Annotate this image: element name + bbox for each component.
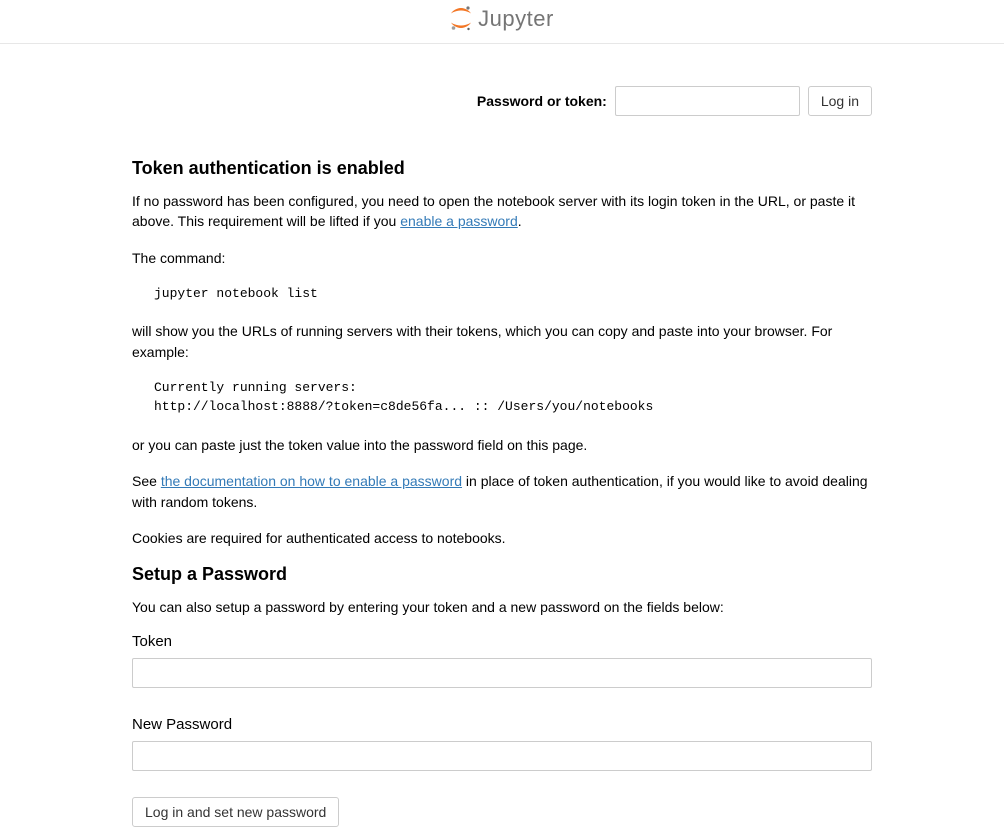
page-header: Jupyter	[0, 0, 1004, 44]
password-input[interactable]	[615, 86, 800, 116]
jupyter-logo: Jupyter	[450, 6, 554, 32]
password-label: Password or token:	[477, 93, 607, 109]
docs-link[interactable]: the documentation on how to enable a pas…	[161, 473, 462, 489]
see-text-pre: See	[132, 473, 161, 489]
login-button[interactable]: Log in	[808, 86, 872, 116]
new-password-label: New Password	[132, 716, 872, 733]
setup-password-button[interactable]: Log in and set new password	[132, 797, 339, 827]
example-code: Currently running servers: http://localh…	[154, 378, 872, 417]
cookies-paragraph: Cookies are required for authenticated a…	[132, 528, 872, 548]
token-input[interactable]	[132, 658, 872, 688]
command-intro: The command:	[132, 248, 872, 268]
token-label: Token	[132, 633, 872, 650]
command-code: jupyter notebook list	[154, 284, 872, 304]
brand-text: Jupyter	[478, 6, 554, 32]
paste-token-paragraph: or you can paste just the token value in…	[132, 435, 872, 455]
token-auth-heading: Token authentication is enabled	[132, 158, 872, 179]
login-row: Password or token: Log in	[132, 44, 872, 144]
no-password-text-post: .	[518, 213, 522, 229]
setup-password-heading: Setup a Password	[132, 564, 872, 585]
url-example-paragraph: will show you the URLs of running server…	[132, 321, 872, 362]
main-container: Password or token: Log in Token authenti…	[117, 44, 887, 827]
no-password-paragraph: If no password has been configured, you …	[132, 191, 872, 232]
new-password-input[interactable]	[132, 741, 872, 771]
docs-paragraph: See the documentation on how to enable a…	[132, 471, 872, 512]
setup-desc-paragraph: You can also setup a password by enterin…	[132, 597, 872, 617]
enable-password-link[interactable]: enable a password	[400, 213, 518, 229]
jupyter-icon	[450, 6, 472, 32]
